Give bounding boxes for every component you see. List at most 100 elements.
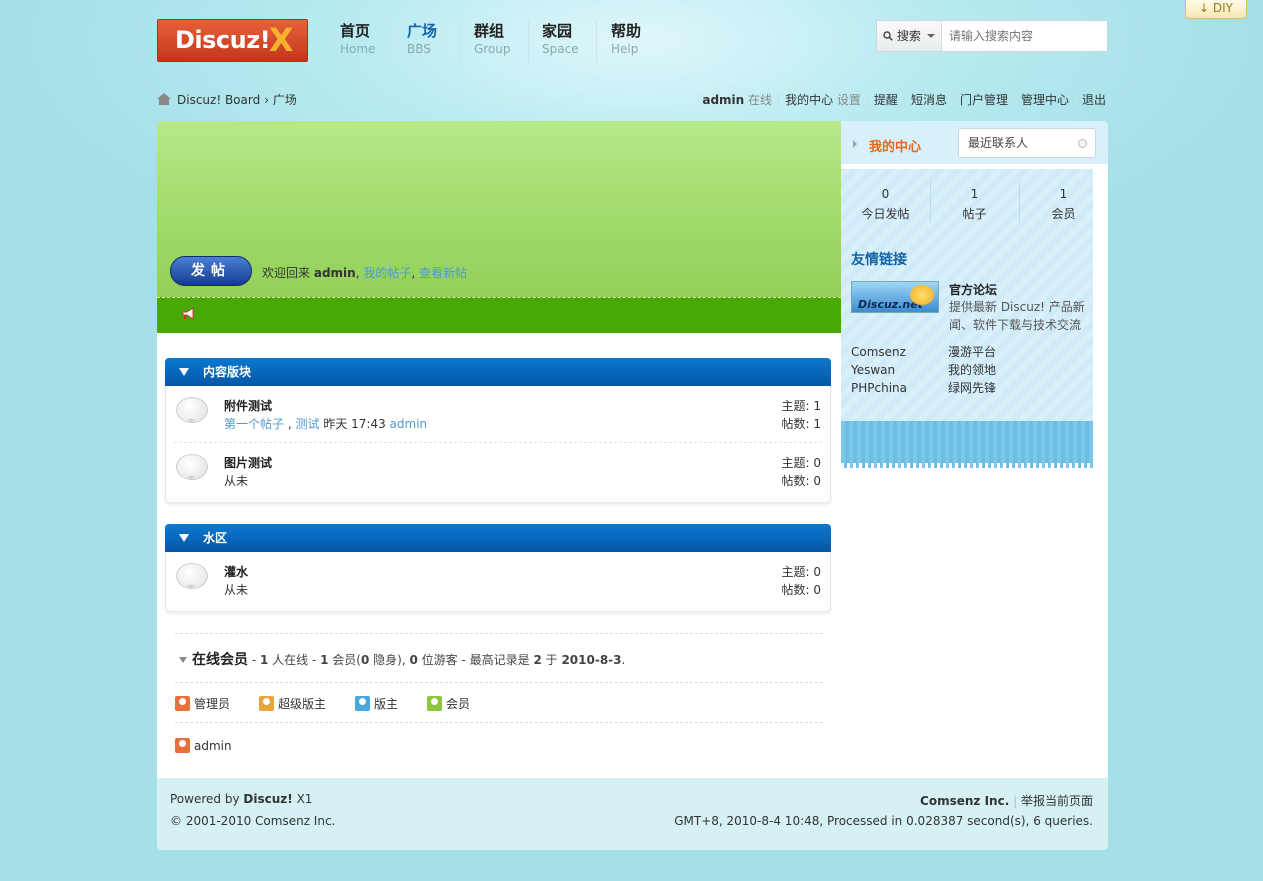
product-link[interactable]: Discuz!	[243, 792, 292, 806]
online-title[interactable]: 在线会员	[192, 652, 248, 668]
collapse-icon[interactable]	[178, 656, 188, 664]
announcement-bar	[157, 297, 841, 333]
nav-home[interactable]: 首页 Home	[330, 21, 385, 61]
divider	[175, 682, 823, 683]
official-forum-desc: 提供最新 Discuz! 产品新闻、软件下载与技术交流	[949, 300, 1085, 332]
forum-last-post: 从未	[224, 474, 249, 488]
category-header[interactable]: 水区	[165, 524, 831, 552]
last-forum-link[interactable]: 测试	[295, 417, 319, 431]
stat-posts: 1 帖子	[962, 187, 987, 221]
forum-last-post: 第一个帖子 , 测试 昨天 17:43 admin	[224, 417, 428, 431]
super-mod-user-icon	[259, 696, 274, 711]
forum-stats: 主题: 1 帖数: 1	[781, 399, 822, 431]
sidebar-decoration	[841, 421, 1093, 469]
forum-status-icon	[176, 563, 208, 589]
stat-today-posts: 0 今日发帖	[861, 187, 910, 221]
new-post-button[interactable]: 发帖	[170, 256, 252, 286]
footer: Powered by Discuz! X1 © 2001-2010 Comsen…	[157, 778, 1108, 850]
stat-members: 1 会员	[1051, 187, 1076, 221]
breadcrumb-current[interactable]: 广场	[273, 93, 297, 107]
welcome-user[interactable]: admin	[314, 266, 356, 280]
divider	[175, 633, 823, 634]
legend-member: 会员	[427, 695, 470, 712]
member-user-icon	[427, 696, 442, 711]
report-page-link[interactable]: 举报当前页面	[1021, 794, 1093, 808]
legend-mod: 版主	[355, 695, 398, 712]
chevron-down-icon	[927, 34, 935, 42]
admin-center-link[interactable]: 管理中心	[1013, 93, 1075, 107]
search-type-select[interactable]: 搜索	[877, 21, 942, 51]
friend-link-yeswan[interactable]: Yeswan	[851, 361, 895, 379]
forum-name-link[interactable]: 图片测试	[224, 454, 272, 471]
last-user-link[interactable]: admin	[390, 417, 428, 431]
forum-stats: 主题: 0 帖数: 0	[781, 456, 822, 488]
powered-by: Powered by Discuz! X1	[170, 792, 313, 806]
online-status: 在线	[748, 93, 773, 107]
nav-divider	[596, 20, 597, 62]
settings-link[interactable]: 设置	[837, 93, 861, 107]
username-link[interactable]: admin	[702, 93, 744, 107]
status-dot-icon	[1078, 139, 1087, 148]
nav-divider	[391, 20, 392, 62]
sidebar-header: 我的中心 最近联系人	[841, 121, 1108, 169]
legend-admin: 管理员	[175, 695, 230, 712]
online-summary: 在线会员 - 1 人在线 - 1 会员(0 隐身), 0 位游客 - 最高记录是…	[178, 649, 625, 669]
divider	[175, 722, 823, 723]
nav-space[interactable]: 家园 Space	[532, 21, 589, 61]
forum-status-icon	[176, 454, 208, 480]
forum-name-link[interactable]: 附件测试	[224, 397, 272, 414]
last-thread-link[interactable]: 第一个帖子	[224, 417, 284, 431]
logo-mark: X	[268, 21, 294, 59]
admin-user-icon	[175, 738, 190, 753]
forum-last-post: 从未	[224, 583, 249, 597]
official-forum-logo[interactable]: Discuz.net	[851, 281, 939, 313]
diy-button[interactable]: ↓ DIY	[1185, 0, 1247, 19]
main-frame: 发帖 欢迎回来 admin, 我的帖子, 查看新帖 我的中心 最近联系人 0 今日…	[157, 121, 1108, 850]
search-icon	[883, 31, 893, 41]
legend-super-mod: 超级版主	[259, 695, 326, 712]
friend-links-title: 友情链接	[851, 252, 907, 268]
friend-link-desc: 我的领地	[948, 363, 997, 377]
recent-contacts-dropdown[interactable]: 最近联系人	[958, 128, 1096, 158]
nav-divider	[459, 20, 460, 62]
logo-sun-icon	[910, 285, 934, 305]
my-posts-link[interactable]: 我的帖子	[363, 266, 411, 280]
collapse-icon[interactable]	[179, 368, 189, 376]
logout-link[interactable]: 退出	[1074, 93, 1106, 107]
remind-link[interactable]: 提醒	[866, 93, 904, 107]
forum-status-icon	[176, 397, 208, 423]
search-input[interactable]	[943, 21, 1107, 51]
caret-right-icon	[853, 140, 861, 148]
forum-stats: 主题: 0 帖数: 0	[781, 565, 822, 597]
friend-link-phpchina[interactable]: PHPchina	[851, 379, 907, 397]
site-logo[interactable]: Discuz! X	[157, 19, 308, 62]
nav-group[interactable]: 群组 Group	[464, 21, 521, 61]
category-forums: 灌水 从未 主题: 0 帖数: 0	[165, 552, 831, 612]
user-menu: admin 在线 我的中心 设置 提醒 短消息 门户管理 管理中心 退出	[696, 91, 1106, 108]
search-box: 搜索	[876, 20, 1108, 52]
nav-divider	[528, 20, 529, 62]
nav-help[interactable]: 帮助 Help	[601, 21, 651, 61]
collapse-icon[interactable]	[179, 534, 189, 542]
pm-link[interactable]: 短消息	[903, 93, 953, 107]
forum-row: 灌水 从未 主题: 0 帖数: 0	[174, 552, 822, 609]
forum-row: 图片测试 从未 主题: 0 帖数: 0	[174, 443, 822, 500]
category-header[interactable]: 内容版块	[165, 358, 831, 386]
processing-stats: GMT+8, 2010-8-4 10:48, Processed in 0.02…	[674, 814, 1093, 828]
online-user[interactable]: admin	[175, 738, 232, 753]
my-center-link[interactable]: 我的中心	[785, 93, 833, 107]
nav-bbs[interactable]: 广场 BBS	[397, 21, 447, 61]
breadcrumb-site[interactable]: Discuz! Board	[177, 93, 260, 107]
portal-admin-link[interactable]: 门户管理	[952, 93, 1014, 107]
announcement-icon	[181, 307, 197, 321]
company-link[interactable]: Comsenz Inc.	[920, 794, 1009, 808]
admin-user-icon	[175, 696, 190, 711]
forum-name-link[interactable]: 灌水	[224, 563, 248, 580]
friend-link-comsenz[interactable]: Comsenz	[851, 343, 906, 361]
my-center-title[interactable]: 我的中心	[869, 136, 921, 155]
forum-row: 附件测试 第一个帖子 , 测试 昨天 17:43 admin 主题: 1 帖数: …	[174, 386, 822, 443]
home-icon[interactable]	[157, 93, 171, 105]
mod-user-icon	[355, 696, 370, 711]
official-forum-link[interactable]: 官方论坛	[949, 281, 997, 298]
new-posts-link[interactable]: 查看新帖	[419, 266, 467, 280]
